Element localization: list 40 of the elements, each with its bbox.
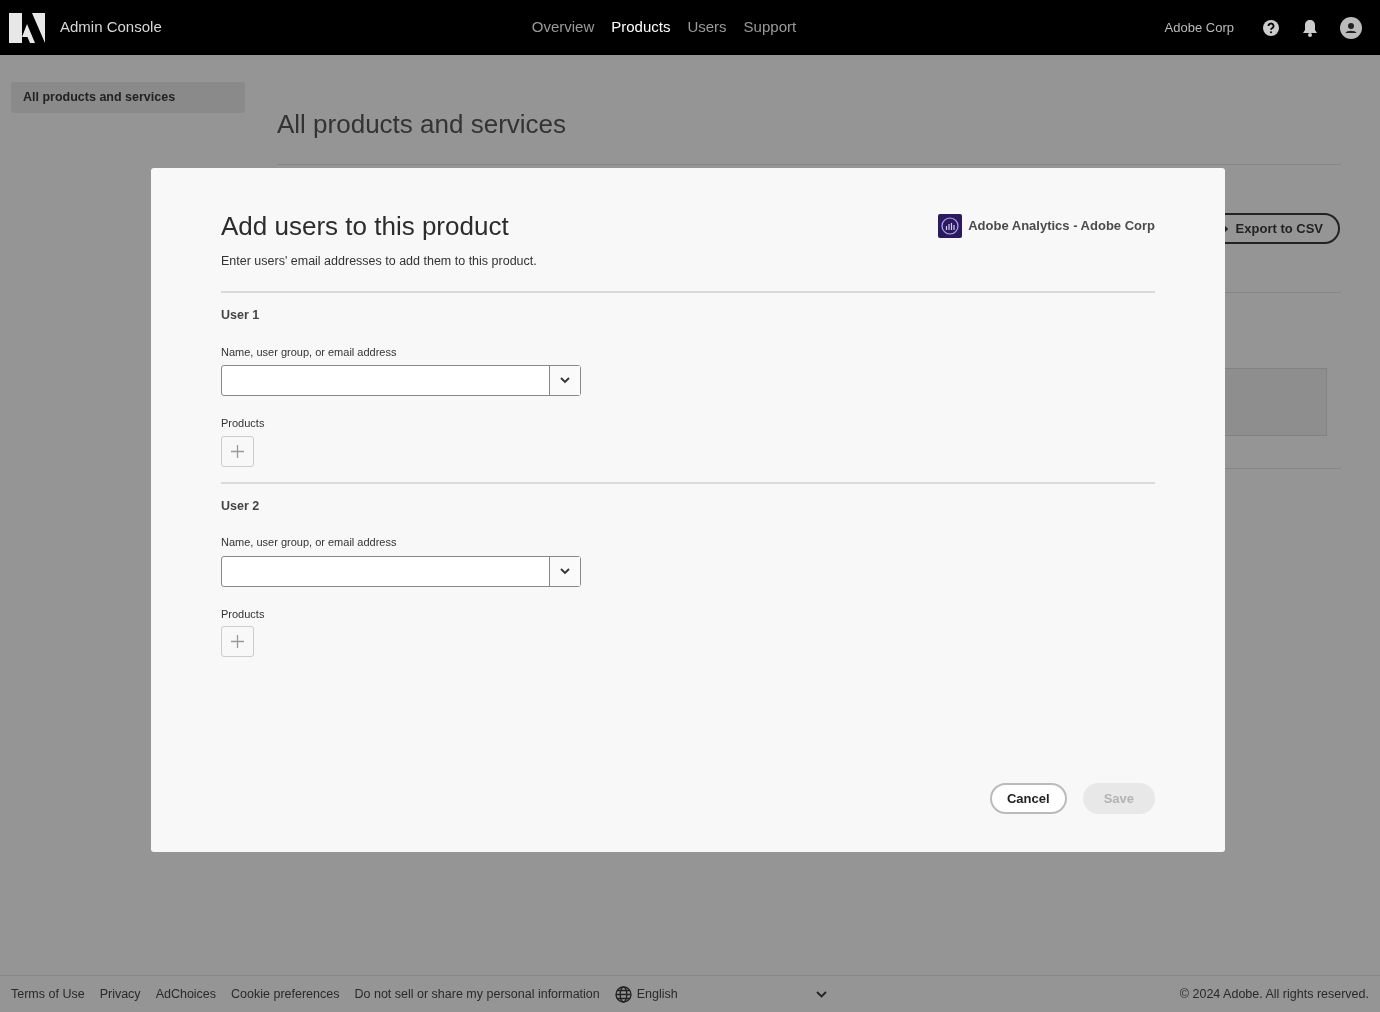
page-title: All products and services <box>277 108 568 141</box>
footer-link[interactable]: AdChoices <box>155 984 217 1004</box>
globe-icon <box>614 985 632 1003</box>
notification-bell-icon[interactable] <box>1302 18 1318 37</box>
chevron-down-icon <box>815 990 827 998</box>
sidebar-item[interactable]: All products and services <box>11 82 245 113</box>
add-product-button[interactable] <box>221 626 254 658</box>
footer-link[interactable]: Terms of Use <box>11 984 85 1004</box>
footer-link[interactable]: Cookie preferences <box>231 984 340 1004</box>
logo-icon[interactable] <box>9 12 45 43</box>
avatar-icon[interactable] <box>1340 16 1362 39</box>
chevron-down-icon <box>560 377 570 384</box>
nav-tab[interactable]: Overview <box>531 16 595 39</box>
plus-icon <box>231 444 244 458</box>
field-label: Name, user group, or email address <box>221 535 398 551</box>
copyright-text: © 2024 Adobe. All rights reserved. <box>1179 985 1369 1003</box>
app-title: Admin Console <box>60 17 162 38</box>
dialog-description: Enter users' email addresses to add them to this product. <box>221 253 538 270</box>
user-heading: User 2 <box>221 497 261 515</box>
cancel-button[interactable]: Cancel <box>990 783 1067 814</box>
product-name: Adobe Analytics - Adobe Corp <box>968 217 1155 236</box>
org-name[interactable]: Adobe Corp <box>1164 17 1234 38</box>
nav-tab[interactable]: Support <box>743 16 797 39</box>
chevron-down-icon <box>560 567 570 575</box>
language-selector[interactable]: English <box>614 984 827 1004</box>
products-label: Products <box>221 606 266 622</box>
help-icon[interactable] <box>1262 18 1280 37</box>
footer-link[interactable]: Privacy <box>99 984 141 1004</box>
add-product-button[interactable] <box>221 435 254 467</box>
user-combobox[interactable] <box>221 365 581 396</box>
user-combobox[interactable] <box>221 555 581 587</box>
nav-tab[interactable]: Products <box>611 16 671 39</box>
products-label: Products <box>221 416 266 431</box>
field-label: Name, user group, or email address <box>221 344 398 360</box>
footer-link[interactable]: Do not sell or share my personal information <box>354 984 600 1004</box>
plus-icon <box>231 635 244 649</box>
dialog-title: Add users to this product <box>221 210 509 243</box>
user-heading: User 1 <box>221 306 261 324</box>
analytics-product-icon <box>938 214 963 238</box>
nav-tab[interactable]: Users <box>687 16 727 39</box>
